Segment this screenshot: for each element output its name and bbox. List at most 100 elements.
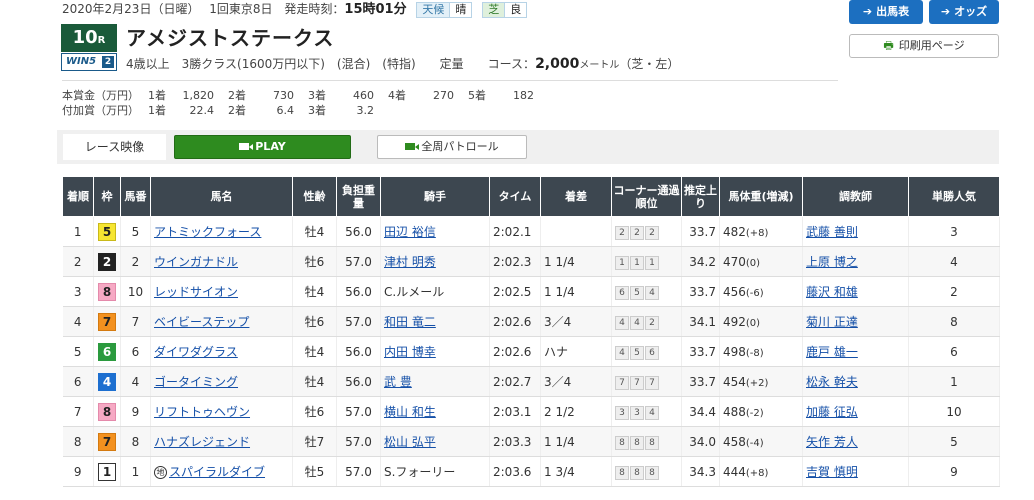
patrol-video-button[interactable]: 全周パトロール xyxy=(377,135,527,159)
print-page-button[interactable]: 🖶 印刷用ページ xyxy=(849,34,999,58)
body-weight-value: 488 xyxy=(723,404,746,419)
play-button[interactable]: PLAY xyxy=(174,135,351,159)
carried-weight: 57.0 xyxy=(336,306,381,337)
prize-amount: 270 xyxy=(433,89,454,102)
sex-age: 牡4 xyxy=(292,366,337,397)
body-weight-value: 458 xyxy=(723,434,746,449)
finish-time: 2:03.1 xyxy=(489,396,541,427)
horse-name-cell: ダイワダグラス xyxy=(150,336,293,367)
body-weight-diff: (0) xyxy=(745,257,761,269)
body-weight: 488(-2) xyxy=(719,396,803,427)
waku-number: 5 xyxy=(98,222,116,241)
sex-age: 牡4 xyxy=(292,216,337,247)
trainer-cell: 吉賀 慎明 xyxy=(802,456,909,487)
finish-rank: 2 xyxy=(62,246,94,277)
shutuba-button[interactable]: ➔ 出馬表 xyxy=(849,0,923,24)
trainer-link[interactable]: 加藤 征弘 xyxy=(806,405,858,419)
prize-main-row: 本賞金（万円） 1着 1,820 2着 730 3着 460 4着 270 5着 182 xyxy=(62,88,548,103)
video-camera-icon xyxy=(405,142,420,150)
corner-position: 3 xyxy=(615,405,629,420)
jockey-link[interactable]: 松山 弘平 xyxy=(384,435,436,449)
horse-number: 6 xyxy=(120,336,151,367)
corner-positions: 222 xyxy=(611,216,682,247)
trainer-link[interactable]: 矢作 芳人 xyxy=(806,435,858,449)
weather-value: 晴 xyxy=(450,2,472,17)
prize-place-label: 3着 xyxy=(308,104,326,117)
last-3f: 34.2 xyxy=(681,246,720,277)
column-header: 着順 xyxy=(62,176,94,217)
horse-name-link[interactable]: レッドサイオン xyxy=(154,285,238,299)
body-weight-diff: (-6) xyxy=(745,287,764,299)
corner-position: 2 xyxy=(615,225,629,240)
corner-position: 4 xyxy=(615,345,629,360)
prize-amount: 22.4 xyxy=(189,104,215,117)
horse-name-cell: ウインガナドル xyxy=(150,246,293,277)
jockey-cell: 和田 竜二 xyxy=(380,306,490,337)
prize-extra-label: 付加賞（万円） xyxy=(62,104,139,117)
prize-place-label: 1着 xyxy=(148,89,166,102)
horse-name-link[interactable]: ゴータイミング xyxy=(154,375,238,389)
jockey-link[interactable]: C.ルメール xyxy=(384,285,444,299)
carried-weight: 56.0 xyxy=(336,366,381,397)
trainer-link[interactable]: 松永 幹夫 xyxy=(806,375,858,389)
horse-name-link[interactable]: リフトトゥヘヴン xyxy=(154,405,250,419)
corner-position: 7 xyxy=(645,375,659,390)
jockey-link[interactable]: 津村 明秀 xyxy=(384,255,436,269)
jockey-link[interactable]: 田辺 裕信 xyxy=(384,225,436,239)
waku-cell: 5 xyxy=(93,216,121,247)
horse-name-link[interactable]: スパイラルダイブ xyxy=(169,465,265,479)
waku-number: 7 xyxy=(98,432,116,451)
trainer-link[interactable]: 上原 博之 xyxy=(806,255,858,269)
horse-name-link[interactable]: ベイビーステップ xyxy=(154,315,249,329)
finish-time: 2:02.7 xyxy=(489,366,541,397)
body-weight-value: 492 xyxy=(723,314,746,329)
body-weight: 456(-6) xyxy=(719,276,803,307)
trainer-link[interactable]: 藤沢 和雄 xyxy=(806,285,858,299)
jockey-link[interactable]: 武 豊 xyxy=(384,375,412,389)
waku-cell: 8 xyxy=(93,276,121,307)
corner-position: 8 xyxy=(615,465,629,480)
start-time-label: 発走時刻： xyxy=(284,2,345,16)
race-surface: （芝・左） xyxy=(619,57,680,71)
horse-number: 9 xyxy=(120,396,151,427)
corner-position: 8 xyxy=(645,465,659,480)
margin: 1 1/4 xyxy=(540,426,612,457)
horse-name-link[interactable]: アトミックフォース xyxy=(154,225,261,239)
waku-cell: 6 xyxy=(93,336,121,367)
corner-position: 7 xyxy=(615,375,629,390)
trainer-link[interactable]: 菊川 正達 xyxy=(806,315,858,329)
sex-age: 牡6 xyxy=(292,246,337,277)
corner-position: 1 xyxy=(630,255,644,270)
trainer-link[interactable]: 吉賀 慎明 xyxy=(806,465,858,479)
race-date: 2020年2月23日（日曜） xyxy=(62,2,200,16)
horse-name-link[interactable]: ハナズレジェンド xyxy=(154,435,250,449)
jockey-link[interactable]: 和田 竜二 xyxy=(384,315,436,329)
corner-position: 4 xyxy=(630,315,644,330)
jockey-link[interactable]: S.フォーリー xyxy=(384,465,455,479)
horse-name-link[interactable]: ダイワダグラス xyxy=(154,345,238,359)
body-weight-value: 470 xyxy=(723,254,746,269)
column-header: 推定上り xyxy=(681,176,720,217)
finish-rank: 8 xyxy=(62,426,94,457)
table-row: 3 8 10 レッドサイオン 牡4 56.0 C.ルメール 2:02.5 1 1/4 6 5 4 33.… xyxy=(62,276,1000,307)
horse-name-cell: レッドサイオン xyxy=(150,276,293,307)
column-header: タイム xyxy=(489,176,541,217)
finish-time: 2:02.6 xyxy=(489,336,541,367)
win-popularity: 5 xyxy=(908,426,1000,457)
margin xyxy=(540,216,612,247)
track-badge: 芝良 xyxy=(482,1,528,18)
win-popularity: 2 xyxy=(908,276,1000,307)
margin: 3／4 xyxy=(540,306,612,337)
trainer-link[interactable]: 武藤 善則 xyxy=(806,225,858,239)
column-header: 調教師 xyxy=(802,176,909,217)
trainer-link[interactable]: 鹿戸 雄一 xyxy=(806,345,858,359)
jockey-link[interactable]: 横山 和生 xyxy=(384,405,436,419)
horse-name-link[interactable]: ウインガナドル xyxy=(154,255,238,269)
race-date-line: 2020年2月23日（日曜） 1回東京8日 発走時刻：15時01分 天候晴 芝良 xyxy=(62,0,528,19)
odds-button[interactable]: ➔ オッズ xyxy=(929,0,999,24)
trainer-cell: 松永 幹夫 xyxy=(802,366,909,397)
jockey-link[interactable]: 内田 博幸 xyxy=(384,345,436,359)
column-header: 馬体重(増減) xyxy=(719,176,803,217)
waku-cell: 4 xyxy=(93,366,121,397)
corner-position: 8 xyxy=(645,435,659,450)
